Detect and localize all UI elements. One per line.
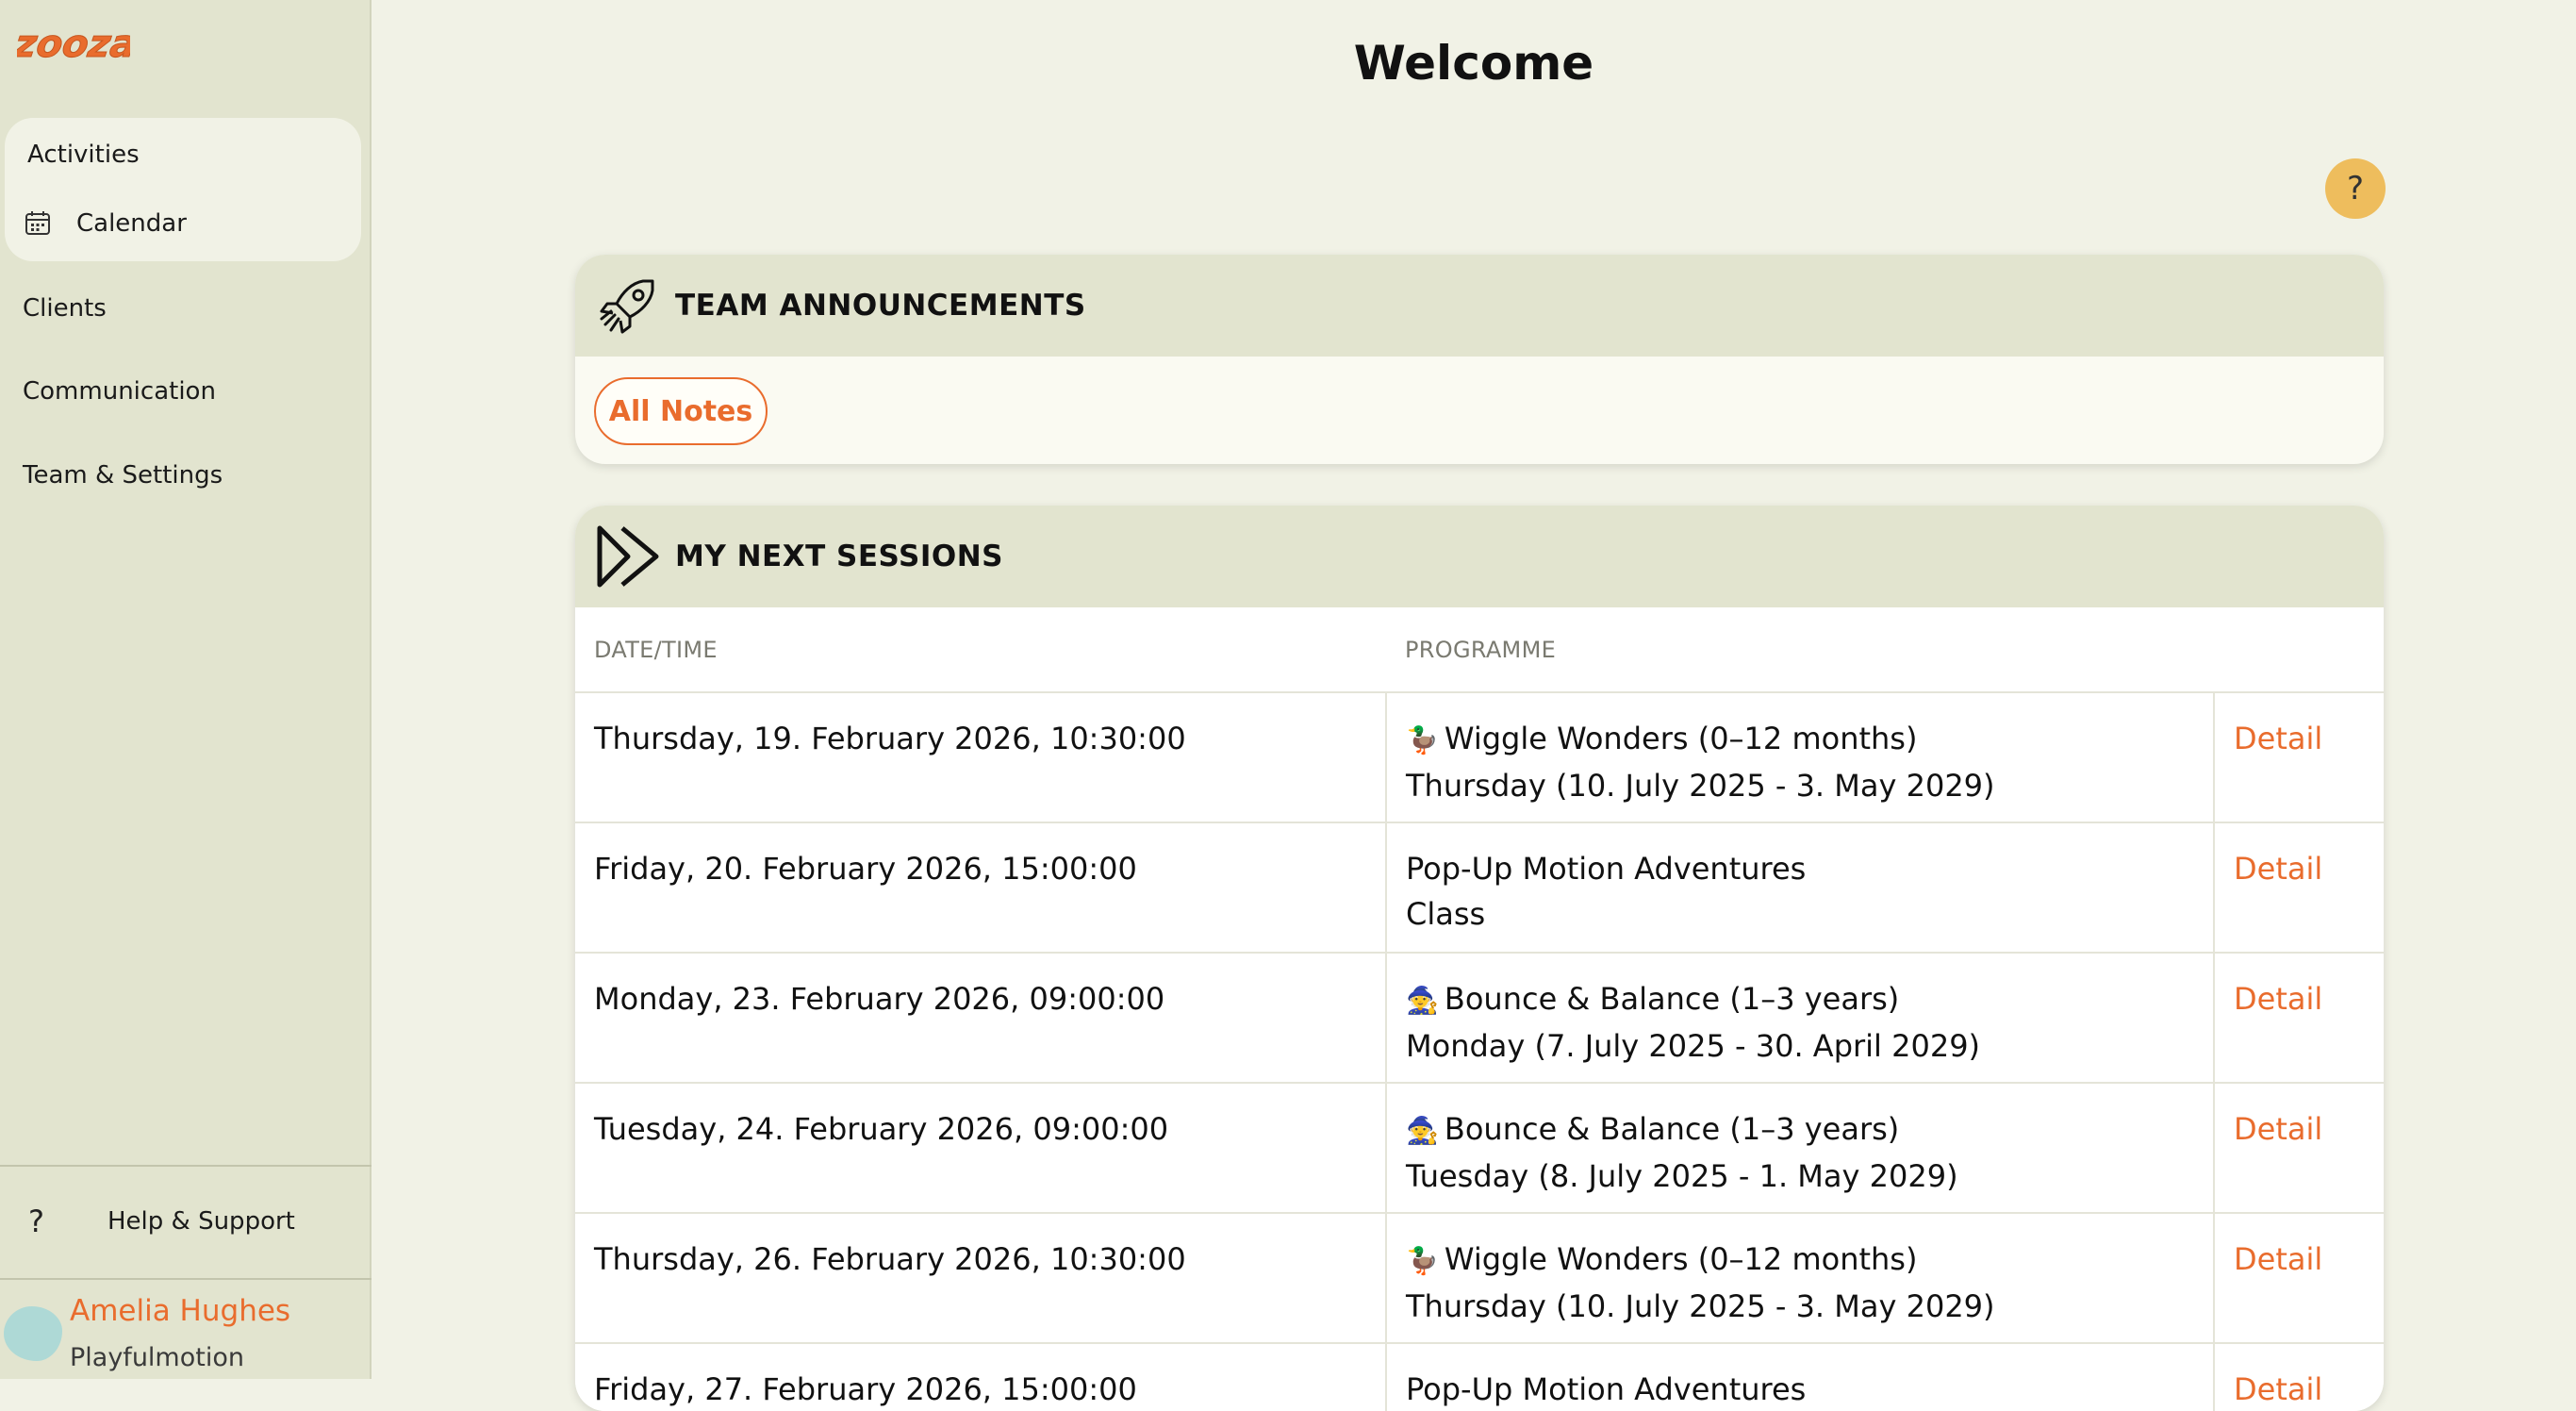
programme-name-line: 🧙 Bounce & Balance (1–3 years) — [1406, 976, 2213, 1023]
sidebar-item-clients[interactable]: Clients — [23, 294, 107, 323]
table-row[interactable]: Thursday, 26. February 2026, 10:30:00 🦆 Wi… — [575, 1213, 2384, 1344]
help-button[interactable]: ? — [2325, 158, 2386, 219]
table-row[interactable]: Monday, 23. February 2026, 09:00:00 🧙 Boun… — [575, 953, 2384, 1084]
team-announcements-header: TEAM ANNOUNCEMENTS — [575, 255, 2384, 357]
programme-schedule: Monday (7. July 2025 - 30. April 2029) — [1406, 1028, 1981, 1064]
next-sessions-title: MY NEXT SESSIONS — [675, 540, 1003, 573]
avatar[interactable] — [4, 1306, 62, 1361]
session-datetime: Tuesday, 24. February 2026, 09:00:00 — [575, 1083, 1386, 1214]
session-actions-cell: Detail — [2213, 1083, 2384, 1214]
activities-group: Activities Calendar — [5, 118, 361, 261]
session-actions-cell: Detail — [2213, 953, 2384, 1084]
programme-name: Wiggle Wonders (0–12 months) — [1444, 721, 1918, 756]
session-datetime: Monday, 23. February 2026, 09:00:00 — [575, 953, 1386, 1084]
sidebar-divider — [0, 1165, 372, 1167]
fast-forward-icon — [597, 525, 659, 588]
detail-link[interactable]: Detail — [2234, 1371, 2322, 1407]
session-actions-cell: Detail — [2213, 692, 2384, 823]
programme-name-line: 🦆 Wiggle Wonders (0–12 months) — [1406, 1237, 2213, 1284]
table-header-row: DATE/TIME PROGRAMME — [575, 607, 2384, 693]
help-support-label: Help & Support — [107, 1207, 295, 1236]
user-name[interactable]: Amelia Hughes — [70, 1294, 290, 1328]
question-icon: ? — [28, 1204, 44, 1239]
detail-link[interactable]: Detail — [2234, 851, 2322, 887]
rocket-icon — [600, 279, 654, 334]
sidebar-item-help-support[interactable]: ? Help & Support — [28, 1203, 349, 1240]
programme-emoji-icon: 🧙 — [1406, 985, 1439, 1016]
detail-link[interactable]: Detail — [2234, 1111, 2322, 1147]
session-programme-cell: 🦆 Wiggle Wonders (0–12 months) Thursday (1… — [1385, 692, 2214, 823]
column-header-datetime[interactable]: DATE/TIME — [575, 607, 1386, 693]
table-row[interactable]: Friday, 20. February 2026, 15:00:00 Pop-U… — [575, 822, 2384, 954]
programme-name-line: Pop-Up Motion Adventures — [1406, 1367, 2213, 1411]
column-header-actions — [2214, 607, 2384, 693]
table-row[interactable]: Thursday, 19. February 2026, 10:30:00 🦆 Wi… — [575, 692, 2384, 823]
programme-name: Pop-Up Motion Adventures — [1406, 1371, 1807, 1407]
detail-link[interactable]: Detail — [2234, 721, 2322, 756]
session-programme-cell: 🦆 Wiggle Wonders (0–12 months) Thursday (1… — [1385, 1213, 2214, 1344]
sidebar-item-activities[interactable]: Activities — [27, 141, 140, 169]
zooza-logo[interactable]: zooza — [10, 15, 140, 68]
programme-schedule: Class — [1406, 896, 1486, 932]
team-announcements-card: TEAM ANNOUNCEMENTS All Notes — [575, 255, 2384, 464]
programme-schedule: Thursday (10. July 2025 - 3. May 2029) — [1406, 1288, 1995, 1324]
session-actions-cell: Detail — [2213, 1343, 2384, 1411]
table-row[interactable]: Tuesday, 24. February 2026, 09:00:00 🧙 Bou… — [575, 1083, 2384, 1214]
programme-emoji-icon: 🦆 — [1406, 724, 1439, 755]
team-announcements-title: TEAM ANNOUNCEMENTS — [675, 289, 1086, 323]
session-programme-cell: Pop-Up Motion Adventures Class — [1385, 822, 2214, 954]
user-organization: Playfulmotion — [70, 1343, 244, 1372]
session-datetime: Thursday, 19. February 2026, 10:30:00 — [575, 692, 1386, 823]
all-notes-button[interactable]: All Notes — [594, 377, 768, 445]
sidebar: zooza Activities Calendar Clients Commun… — [0, 0, 372, 1379]
session-datetime: Thursday, 26. February 2026, 10:30:00 — [575, 1213, 1386, 1344]
detail-link[interactable]: Detail — [2234, 981, 2322, 1017]
sessions-table: DATE/TIME PROGRAMME Thursday, 19. Februa… — [575, 607, 2384, 1411]
programme-schedule: Thursday (10. July 2025 - 3. May 2029) — [1406, 768, 1995, 804]
sidebar-item-calendar-label: Calendar — [76, 209, 187, 238]
sidebar-item-communication[interactable]: Communication — [23, 377, 216, 406]
svg-text:zooza: zooza — [17, 23, 130, 66]
next-sessions-header: MY NEXT SESSIONS — [575, 506, 2384, 607]
sidebar-divider — [0, 1278, 372, 1280]
programme-emoji-icon: 🦆 — [1406, 1245, 1439, 1276]
programme-name: Bounce & Balance (1–3 years) — [1444, 1111, 1900, 1147]
sidebar-item-calendar[interactable]: Calendar — [24, 205, 335, 242]
programme-name: Pop-Up Motion Adventures — [1406, 851, 1807, 887]
page-title: Welcome — [1353, 36, 1594, 91]
session-actions-cell: Detail — [2213, 1213, 2384, 1344]
next-sessions-card: MY NEXT SESSIONS DATE/TIME PROGRAMME Thu… — [575, 506, 2384, 1411]
detail-link[interactable]: Detail — [2234, 1241, 2322, 1277]
session-programme-cell: 🧙 Bounce & Balance (1–3 years) Tuesday (8.… — [1385, 1083, 2214, 1214]
session-programme-cell: Pop-Up Motion AdventuresClass — [1385, 1343, 2214, 1411]
session-actions-cell: Detail — [2213, 822, 2384, 954]
programme-name: Bounce & Balance (1–3 years) — [1444, 981, 1900, 1017]
session-programme-cell: 🧙 Bounce & Balance (1–3 years) Monday (7. … — [1385, 953, 2214, 1084]
programme-name-line: Pop-Up Motion Adventures — [1406, 846, 2213, 891]
programme-emoji-icon: 🧙 — [1406, 1115, 1439, 1146]
session-datetime: Friday, 20. February 2026, 15:00:00 — [575, 822, 1386, 954]
programme-name-line: 🦆 Wiggle Wonders (0–12 months) — [1406, 716, 2213, 763]
table-row[interactable]: Friday, 27. February 2026, 15:00:00 Pop-U… — [575, 1343, 2384, 1411]
logo-mark: zooza — [10, 23, 140, 67]
programme-name-line: 🧙 Bounce & Balance (1–3 years) — [1406, 1106, 2213, 1154]
column-header-programme[interactable]: PROGRAMME — [1386, 607, 2214, 693]
calendar-icon — [25, 211, 50, 235]
session-datetime: Friday, 27. February 2026, 15:00:00 — [575, 1343, 1386, 1411]
sidebar-item-team-settings[interactable]: Team & Settings — [23, 461, 223, 490]
programme-name: Wiggle Wonders (0–12 months) — [1444, 1241, 1918, 1277]
programme-schedule: Tuesday (8. July 2025 - 1. May 2029) — [1406, 1158, 1958, 1194]
